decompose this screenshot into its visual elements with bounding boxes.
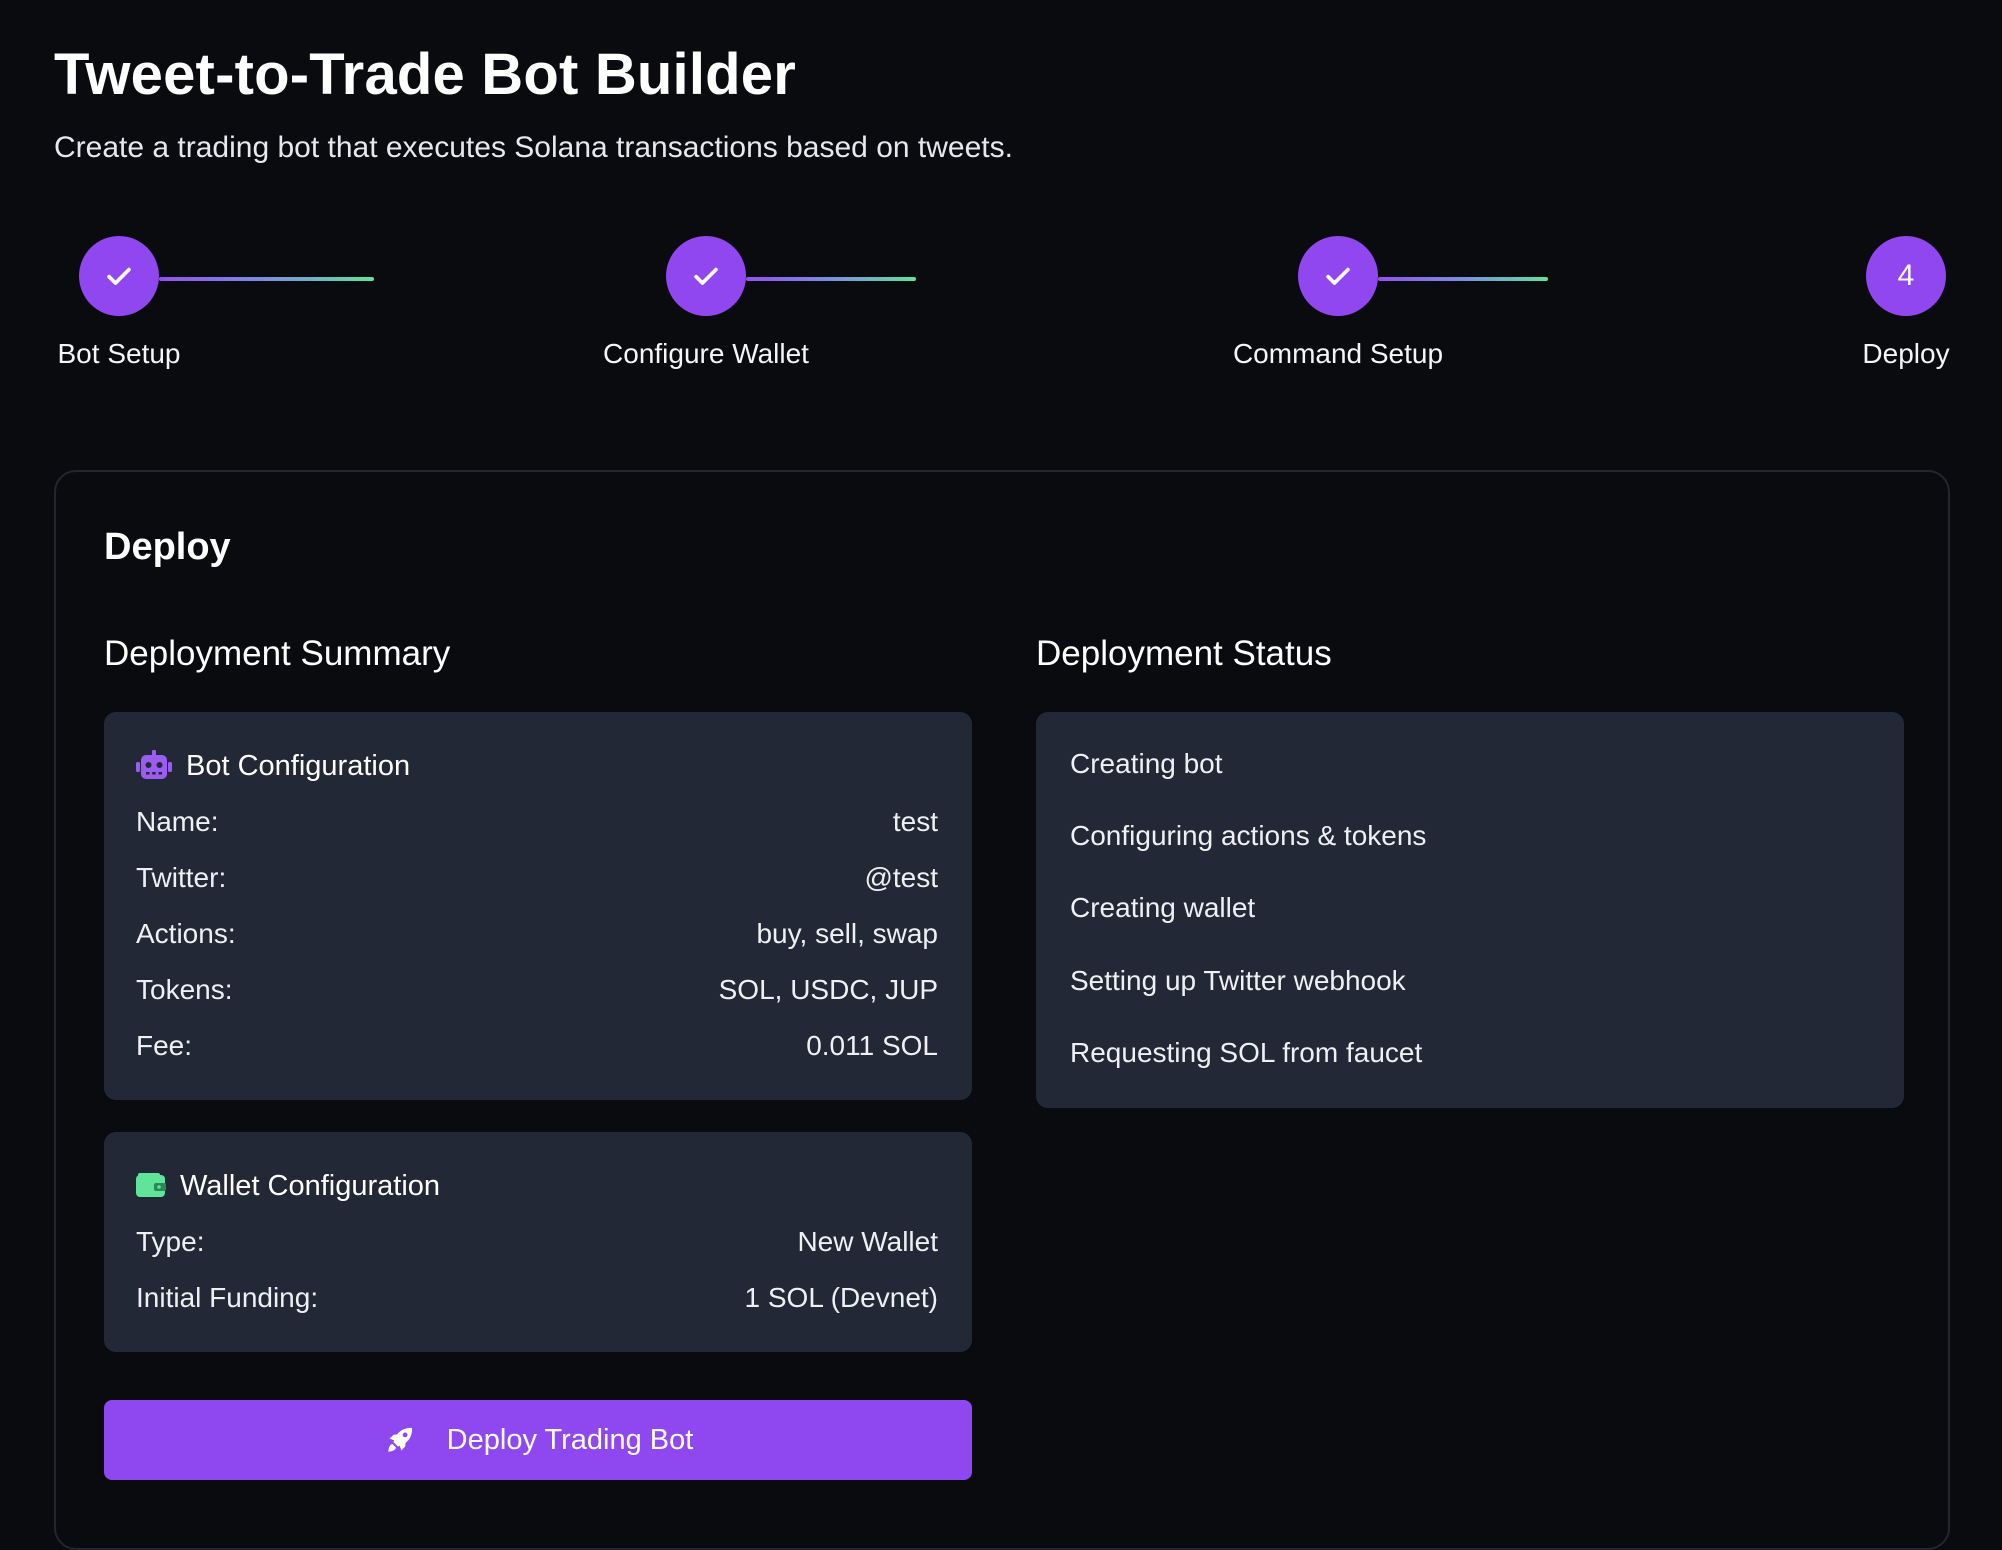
config-value: @test bbox=[864, 862, 938, 893]
status-item-faucet: Requesting SOL from faucet bbox=[1070, 1037, 1423, 1068]
page-header: Tweet-to-Trade Bot Builder Create a trad… bbox=[54, 36, 1013, 168]
deployment-summary-title: Deployment Summary bbox=[104, 634, 451, 673]
status-item-configuring-actions: Configuring actions & tokens bbox=[1070, 820, 1427, 851]
step-label-command-setup: Command Setup bbox=[1232, 338, 1444, 369]
config-value: 0.011 SOL bbox=[806, 1030, 938, 1061]
step-3-circle[interactable] bbox=[1298, 236, 1378, 316]
config-value: buy, sell, swap bbox=[756, 918, 938, 949]
status-item-twitter-webhook: Setting up Twitter webhook bbox=[1070, 965, 1406, 996]
config-label: Fee: bbox=[136, 1030, 193, 1061]
step-1-circle[interactable] bbox=[79, 236, 159, 316]
wallet-label: Type: bbox=[136, 1226, 205, 1257]
panel-title: Deploy bbox=[104, 526, 231, 568]
status-item-creating-bot: Creating bot bbox=[1070, 748, 1223, 779]
wallet-configuration-card: Wallet Configuration Type: New Wallet In… bbox=[104, 1132, 972, 1352]
config-row-name: Name: test bbox=[136, 804, 938, 840]
bot-configuration-title: Bot Configuration bbox=[186, 750, 411, 782]
deployment-status-card: Creating bot Configuring actions & token… bbox=[1036, 712, 1904, 1108]
check-icon bbox=[1326, 267, 1350, 285]
bot-configuration-card: Bot Configuration Name: test Twitter: @t… bbox=[104, 712, 972, 1100]
config-row-tokens: Tokens: SOL, USDC, JUP bbox=[136, 972, 938, 1008]
wallet-value: New Wallet bbox=[797, 1226, 938, 1257]
wallet-icon bbox=[136, 1173, 166, 1199]
bot-configuration-header: Bot Configuration bbox=[136, 748, 410, 784]
wallet-value: 1 SOL (Devnet) bbox=[744, 1282, 938, 1313]
wallet-configuration-header: Wallet Configuration bbox=[136, 1168, 440, 1204]
check-icon bbox=[107, 267, 131, 285]
step-label-configure-wallet: Configure Wallet bbox=[603, 338, 809, 369]
robot-icon bbox=[136, 750, 172, 782]
config-row-fee: Fee: 0.011 SOL bbox=[136, 1028, 938, 1064]
deployment-status-title: Deployment Status bbox=[1036, 634, 1332, 673]
wallet-row-type: Type: New Wallet bbox=[136, 1224, 938, 1260]
config-label: Twitter: bbox=[136, 862, 227, 893]
step-label-bot-setup: Bot Setup bbox=[57, 338, 181, 369]
rocket-icon bbox=[383, 1423, 417, 1457]
status-item-creating-wallet: Creating wallet bbox=[1070, 892, 1256, 923]
page-subtitle: Create a trading bot that executes Solan… bbox=[54, 131, 1013, 164]
progress-stepper: Bot Setup Configure Wallet Command Setup… bbox=[0, 236, 2002, 376]
step-4-circle[interactable]: 4 bbox=[1866, 236, 1946, 316]
config-row-actions: Actions: buy, sell, swap bbox=[136, 916, 938, 952]
config-value: test bbox=[892, 806, 938, 837]
step-1-connector bbox=[159, 277, 374, 281]
step-label-deploy: Deploy bbox=[1862, 338, 1950, 369]
config-row-twitter: Twitter: @test bbox=[136, 860, 938, 896]
deploy-trading-bot-button[interactable]: Deploy Trading Bot bbox=[104, 1400, 972, 1480]
wallet-row-initial-funding: Initial Funding: 1 SOL (Devnet) bbox=[136, 1280, 938, 1316]
wallet-configuration-title: Wallet Configuration bbox=[180, 1170, 441, 1202]
step-3-connector bbox=[1378, 277, 1548, 281]
step-2-connector bbox=[746, 277, 916, 281]
page-title: Tweet-to-Trade Bot Builder bbox=[54, 42, 797, 107]
step-4-number: 4 bbox=[1897, 259, 1915, 292]
config-value: SOL, USDC, JUP bbox=[718, 974, 938, 1005]
config-label: Actions: bbox=[136, 918, 236, 949]
deploy-panel: Deploy Deployment Summary Bot Configurat… bbox=[54, 470, 1950, 1550]
deploy-button-label: Deploy Trading Bot bbox=[446, 1423, 694, 1456]
config-label: Name: bbox=[136, 806, 219, 837]
check-icon bbox=[694, 267, 718, 285]
step-2-circle[interactable] bbox=[666, 236, 746, 316]
config-label: Tokens: bbox=[136, 974, 233, 1005]
wallet-label: Initial Funding: bbox=[136, 1282, 319, 1313]
